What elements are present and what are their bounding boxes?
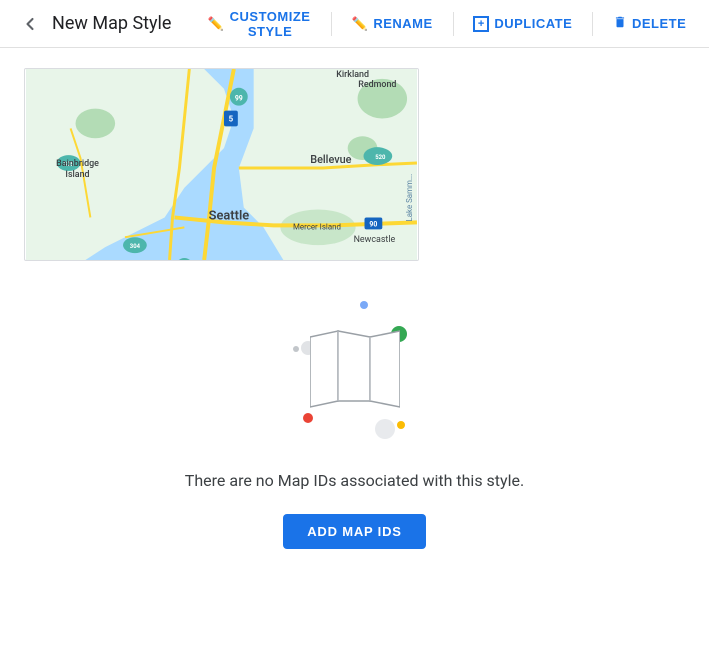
svg-text:Newcastle: Newcastle	[354, 235, 396, 245]
customize-style-button[interactable]: ✏️ CUSTOMIZE STYLE	[195, 3, 322, 45]
dot-red	[303, 413, 313, 423]
svg-text:Lake Samm...: Lake Samm...	[405, 174, 414, 222]
map-icon-container	[275, 291, 435, 451]
svg-text:Bellevue: Bellevue	[310, 153, 351, 166]
svg-text:304: 304	[130, 243, 141, 250]
rename-button[interactable]: ✏️ RENAME	[340, 10, 445, 38]
divider	[331, 12, 332, 36]
svg-text:Mercer Island: Mercer Island	[293, 222, 341, 231]
empty-message: There are no Map IDs associated with thi…	[185, 471, 524, 490]
delete-button[interactable]: DELETE	[601, 9, 698, 38]
svg-text:99: 99	[235, 95, 243, 103]
header: New Map Style ✏️ CUSTOMIZE STYLE ✏️ RENA…	[0, 0, 709, 48]
back-button[interactable]	[16, 10, 44, 38]
main-content: 99 5 520 90 305 304 Bainbridge Island Se…	[0, 48, 709, 579]
divider	[453, 12, 454, 36]
svg-text:Redmond: Redmond	[358, 80, 396, 90]
svg-text:90: 90	[369, 220, 377, 228]
customize-icon: ✏️	[207, 16, 224, 32]
svg-text:Seattle: Seattle	[209, 208, 250, 223]
svg-text:Kirkland: Kirkland	[336, 70, 369, 80]
dot-gray-small	[293, 346, 299, 352]
divider	[592, 12, 593, 36]
svg-text:Bainbridge: Bainbridge	[56, 159, 99, 169]
page-title: New Map Style	[52, 13, 171, 34]
svg-text:520: 520	[375, 154, 386, 161]
svg-text:5: 5	[229, 114, 234, 123]
delete-icon	[613, 15, 627, 32]
map-illustration	[310, 329, 400, 413]
rename-icon: ✏️	[352, 16, 369, 32]
empty-state: There are no Map IDs associated with thi…	[24, 261, 685, 559]
dot-gray-light	[375, 419, 395, 439]
add-map-ids-button[interactable]: ADD MAP IDS	[283, 514, 426, 549]
map-thumbnail: 99 5 520 90 305 304 Bainbridge Island Se…	[24, 68, 419, 261]
duplicate-button[interactable]: + DUPLICATE	[461, 10, 584, 38]
header-actions: ✏️ CUSTOMIZE STYLE ✏️ RENAME + DUPLICATE…	[195, 3, 698, 45]
svg-text:Island: Island	[65, 170, 89, 180]
dot-yellow	[397, 421, 405, 429]
dot-blue-small	[360, 301, 368, 309]
duplicate-icon: +	[473, 16, 489, 32]
